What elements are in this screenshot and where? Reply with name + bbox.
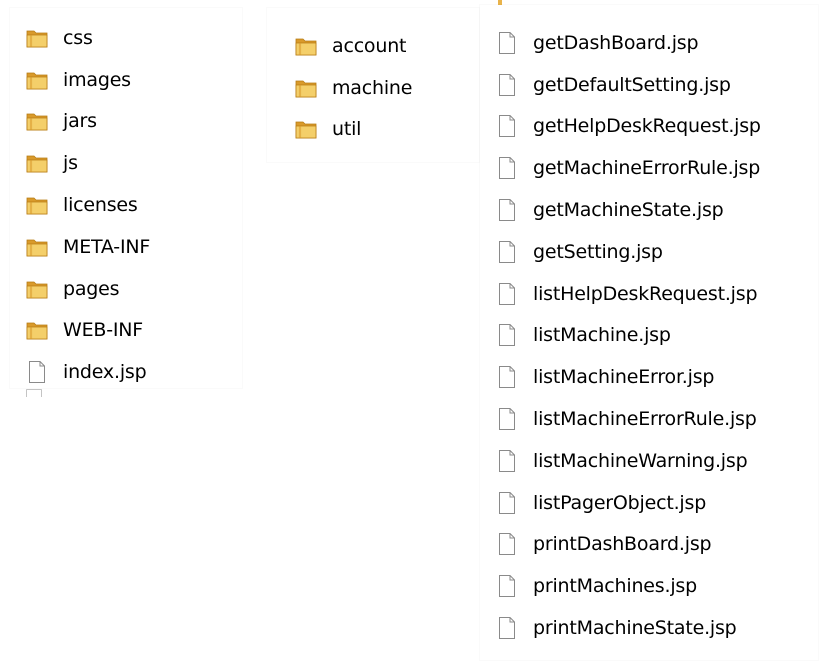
file-icon	[495, 156, 519, 180]
item-label: js	[63, 152, 78, 175]
file-icon	[495, 449, 519, 473]
item-label: listMachineError.jsp	[533, 366, 715, 389]
folder-item[interactable]: pages	[25, 268, 150, 310]
item-label: index.jsp	[63, 361, 147, 384]
item-label: printMachineState.jsp	[533, 617, 737, 640]
file-item[interactable]: listMachineWarning.jsp	[495, 440, 761, 482]
item-label: css	[63, 26, 93, 49]
partial-file-icon	[26, 389, 42, 397]
file-icon	[495, 532, 519, 556]
file-item[interactable]: getHelpDeskRequest.jsp	[495, 106, 761, 148]
file-item[interactable]: listPagerObject.jsp	[495, 482, 761, 524]
item-label: getHelpDeskRequest.jsp	[533, 115, 761, 138]
folder-item[interactable]: licenses	[25, 184, 150, 226]
file-list: css images jars js licenses META-INF pages WEB-…	[25, 17, 150, 393]
folder-item[interactable]: css	[25, 17, 150, 59]
folder-item[interactable]: js	[25, 142, 150, 184]
item-label: account	[332, 34, 407, 57]
file-icon	[495, 323, 519, 347]
file-list: getDashBoard.jsp getDefaultSetting.jsp get…	[495, 22, 761, 649]
file-icon	[495, 31, 519, 55]
file-item[interactable]: listMachine.jsp	[495, 315, 761, 357]
file-item[interactable]: listMachineError.jsp	[495, 356, 761, 398]
item-label: listMachineWarning.jsp	[533, 449, 748, 472]
file-icon	[495, 365, 519, 389]
explorer-pane-pages: account machine util	[267, 8, 479, 162]
item-label: getMachineState.jsp	[533, 199, 724, 222]
folder-icon	[25, 193, 49, 217]
file-icon	[495, 240, 519, 264]
folder-item[interactable]: util	[294, 109, 412, 151]
explorer-pane-machine: getDashBoard.jsp getDefaultSetting.jsp get…	[480, 5, 818, 660]
folder-icon	[25, 151, 49, 175]
item-label: getDefaultSetting.jsp	[533, 73, 731, 96]
item-label: listHelpDeskRequest.jsp	[533, 282, 758, 305]
folder-icon	[25, 68, 49, 92]
file-item[interactable]: getDashBoard.jsp	[495, 22, 761, 64]
folder-icon	[25, 235, 49, 259]
item-label: WEB-INF	[63, 319, 144, 342]
folder-icon	[294, 76, 318, 100]
file-icon	[495, 574, 519, 598]
item-label: printMachines.jsp	[533, 575, 697, 598]
folder-icon	[25, 109, 49, 133]
folder-icon	[25, 277, 49, 301]
file-item[interactable]: printMachineState.jsp	[495, 607, 761, 649]
file-icon	[495, 73, 519, 97]
item-label: getSetting.jsp	[533, 240, 663, 263]
folder-item[interactable]: images	[25, 59, 150, 101]
explorer-pane-root: css images jars js licenses META-INF pages WEB-…	[10, 8, 242, 397]
folder-icon	[25, 318, 49, 342]
file-icon	[25, 360, 49, 384]
item-label: jars	[63, 110, 97, 133]
folder-item[interactable]: WEB-INF	[25, 310, 150, 352]
file-icon	[495, 616, 519, 640]
file-item[interactable]: printMachines.jsp	[495, 565, 761, 607]
item-label: util	[332, 118, 362, 141]
file-item[interactable]: getSetting.jsp	[495, 231, 761, 273]
file-item[interactable]: getDefaultSetting.jsp	[495, 64, 761, 106]
item-label: licenses	[63, 194, 138, 217]
folder-icon	[294, 117, 318, 141]
folder-icon	[294, 34, 318, 58]
file-item[interactable]: getMachineState.jsp	[495, 189, 761, 231]
folder-icon	[25, 26, 49, 50]
file-icon	[495, 114, 519, 138]
folder-item[interactable]: account	[294, 25, 412, 67]
item-label: listPagerObject.jsp	[533, 491, 707, 514]
file-item[interactable]: listMachineErrorRule.jsp	[495, 398, 761, 440]
item-label: listMachineErrorRule.jsp	[533, 408, 757, 431]
item-label: getMachineErrorRule.jsp	[533, 157, 761, 180]
file-icon	[495, 407, 519, 431]
file-icon	[495, 491, 519, 515]
item-label: pages	[63, 277, 120, 300]
item-label: getDashBoard.jsp	[533, 31, 699, 54]
folder-item[interactable]: META-INF	[25, 226, 150, 268]
item-label: printDashBoard.jsp	[533, 533, 712, 556]
item-label: listMachine.jsp	[533, 324, 671, 347]
item-label: META-INF	[63, 235, 151, 258]
file-item[interactable]: getMachineErrorRule.jsp	[495, 147, 761, 189]
item-label: images	[63, 68, 131, 91]
file-list: account machine util	[294, 25, 412, 150]
item-label: machine	[332, 76, 413, 99]
file-item[interactable]: printDashBoard.jsp	[495, 524, 761, 566]
folder-item[interactable]: jars	[25, 101, 150, 143]
file-item[interactable]: listHelpDeskRequest.jsp	[495, 273, 761, 315]
folder-item[interactable]: machine	[294, 67, 412, 109]
file-icon	[495, 198, 519, 222]
file-icon	[495, 282, 519, 306]
file-item[interactable]: index.jsp	[25, 351, 150, 393]
